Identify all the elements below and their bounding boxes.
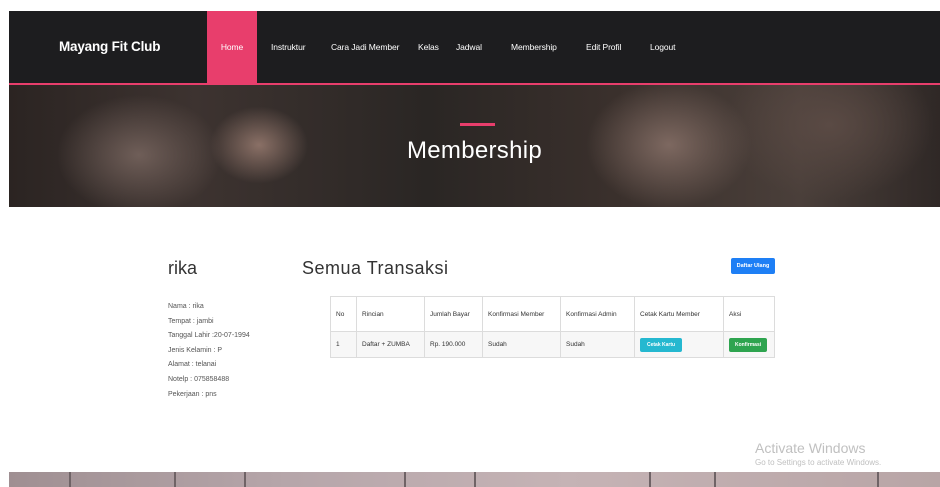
nav-membership[interactable]: Membership — [511, 11, 557, 83]
cell-cetak-kartu: Cetak Kartu — [634, 331, 724, 358]
cell-konfirmasi-member: Sudah — [482, 331, 561, 358]
footer-post — [404, 472, 406, 487]
nav-home[interactable]: Home — [207, 11, 257, 83]
konfirmasi-button[interactable]: Konfirmasi — [729, 337, 768, 352]
footer-post — [244, 472, 246, 487]
cell-konfirmasi-admin: Sudah — [560, 331, 635, 358]
profile-alamat: Alamat : telanai — [168, 361, 217, 369]
profile-details: Nama : rika Tempat : jambi Tanggal Lahir… — [168, 300, 250, 402]
column-header-no: No — [330, 296, 357, 332]
daftar-ulang-button[interactable]: Daftar Ulang — [731, 258, 775, 274]
footer-post — [714, 472, 716, 487]
profile-tempat: Tempat : jambi — [168, 317, 214, 325]
cell-jumlah-bayar: Rp. 190.000 — [424, 331, 483, 358]
profile-name: rika — [168, 258, 198, 278]
footer-post — [649, 472, 651, 487]
column-header-cetak-kartu: Cetak Kartu Member — [634, 296, 724, 332]
footer-post — [174, 472, 176, 487]
windows-activation-watermark: Activate Windows Go to Settings to activ… — [755, 440, 881, 467]
table-header-row: No Rincian Jumlah Bayar Konfirmasi Membe… — [330, 296, 775, 332]
footer-post — [69, 472, 71, 487]
profile-nama: Nama : rika — [168, 303, 204, 310]
brand-logo[interactable]: Mayang Fit Club — [59, 11, 160, 83]
navbar: Mayang Fit Club Home Instruktur Cara Jad… — [9, 11, 940, 85]
column-header-konfirmasi-member: Konfirmasi Member — [482, 296, 561, 332]
watermark-title: Activate Windows — [755, 440, 866, 456]
cell-rincian: Daftar + ZUMBA — [356, 331, 425, 358]
profile-tanggal-lahir: Tanggal Lahir :20-07-1994 — [168, 332, 250, 340]
profile-pekerjaan: Pekerjaan : pns — [168, 390, 217, 398]
transactions-title: Semua Transaksi — [302, 258, 449, 278]
cell-aksi: Konfirmasi — [723, 331, 775, 358]
nav-instruktur[interactable]: Instruktur — [271, 11, 306, 83]
column-header-aksi: Aksi — [723, 296, 775, 332]
nav-kelas[interactable]: Kelas — [418, 11, 439, 83]
column-header-rincian: Rincian — [356, 296, 425, 332]
watermark-subtitle: Go to Settings to activate Windows. — [755, 458, 882, 467]
nav-edit-profil[interactable]: Edit Profil — [586, 11, 621, 83]
column-header-konfirmasi-admin: Konfirmasi Admin — [560, 296, 635, 332]
column-header-jumlah-bayar: Jumlah Bayar — [424, 296, 483, 332]
nav-jadwal[interactable]: Jadwal — [456, 11, 482, 83]
cell-no: 1 — [330, 331, 357, 358]
hero-accent-line — [460, 123, 495, 126]
table-row: 1 Daftar + ZUMBA Rp. 190.000 Sudah Sudah… — [330, 331, 775, 358]
profile-jenis-kelamin: Jenis Kelamin : P — [168, 346, 223, 354]
transactions-table: No Rincian Jumlah Bayar Konfirmasi Membe… — [330, 296, 775, 358]
nav-logout[interactable]: Logout — [650, 11, 676, 83]
hero-title: Membership — [406, 137, 543, 164]
hero-banner: Membership — [9, 85, 940, 207]
footer-image — [9, 472, 940, 487]
profile-notelp: Notelp : 075858488 — [168, 375, 230, 383]
nav-cara-jadi-member[interactable]: Cara Jadi Member — [331, 11, 399, 83]
footer-post — [474, 472, 476, 487]
footer-post — [877, 472, 879, 487]
cetak-kartu-button[interactable]: Cetak Kartu — [640, 337, 683, 352]
